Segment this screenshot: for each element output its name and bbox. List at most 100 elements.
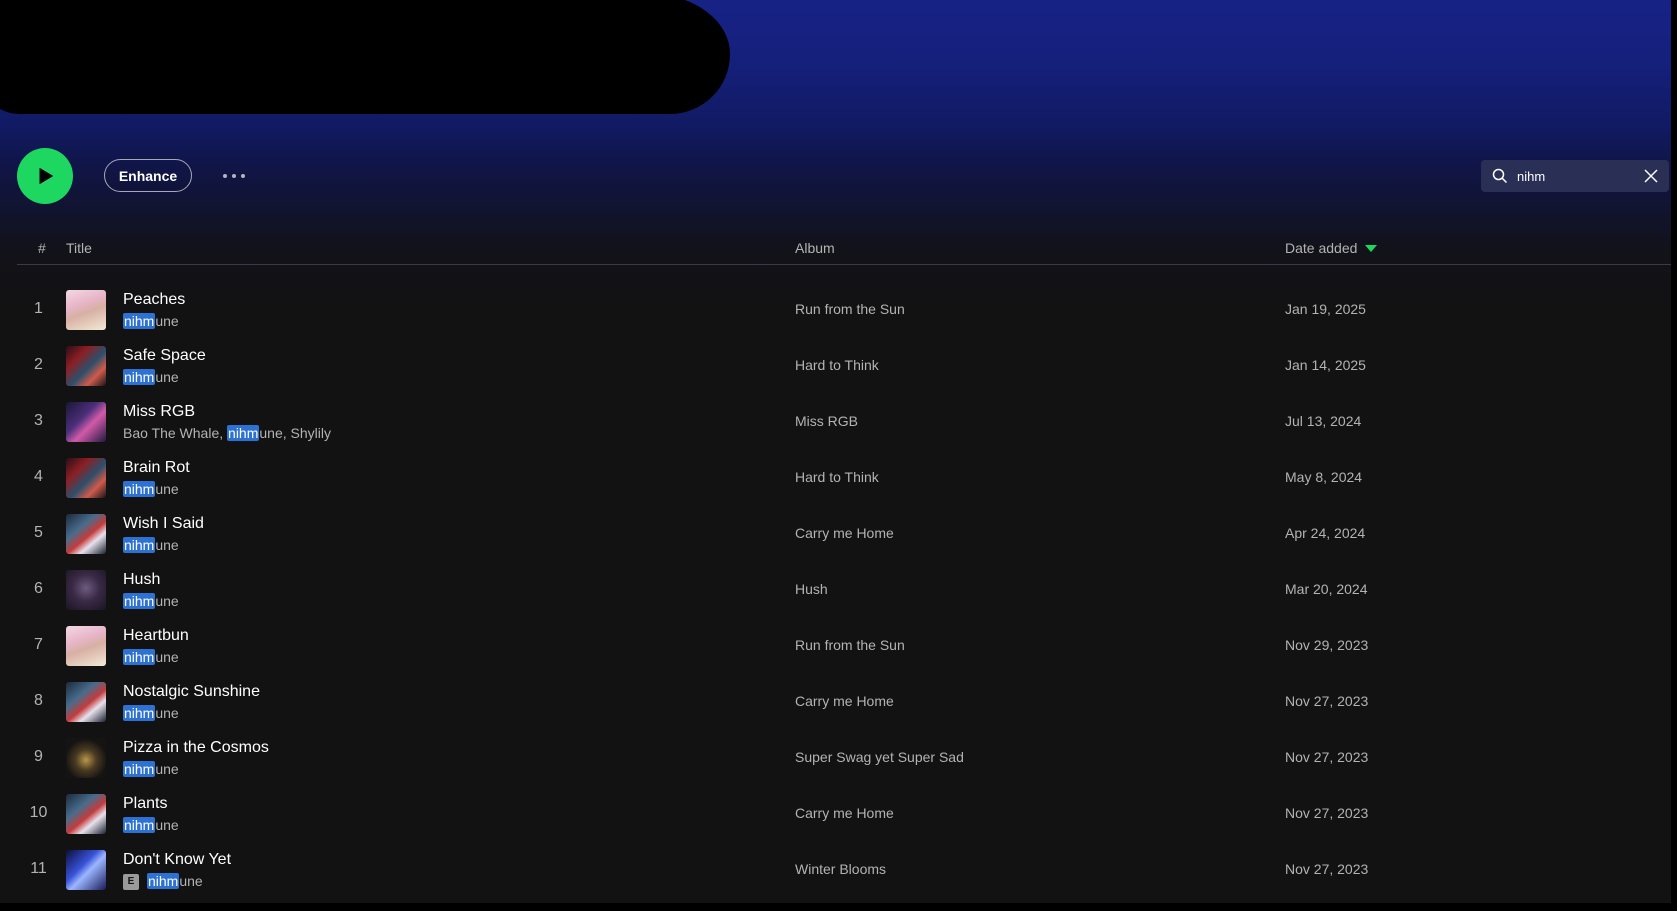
track-date-added: Nov 27, 2023: [1285, 749, 1369, 765]
track-row[interactable]: 7 Heartbun nihmune Run from the Sun Nov …: [17, 618, 1677, 674]
track-title[interactable]: Brain Rot: [123, 459, 190, 477]
track-row[interactable]: 1 Peaches nihmune Run from the Sun Jan 1…: [17, 282, 1677, 338]
track-number: 7: [34, 636, 43, 653]
track-number: 9: [34, 748, 43, 765]
sort-descending-icon: [1365, 244, 1378, 252]
track-album[interactable]: Carry me Home: [795, 805, 894, 821]
album-art: [66, 402, 106, 442]
column-header-date-added[interactable]: Date added: [1285, 240, 1378, 256]
track-date-added: Nov 27, 2023: [1285, 805, 1369, 821]
track-artists[interactable]: nihmune: [123, 593, 179, 609]
album-art: [66, 682, 106, 722]
track-date-added: Apr 24, 2024: [1285, 525, 1366, 541]
track-artists[interactable]: nihmune: [123, 313, 179, 329]
more-options-button[interactable]: [216, 160, 252, 192]
playlist-search[interactable]: nihm: [1481, 160, 1669, 192]
track-album[interactable]: Hard to Think: [795, 469, 879, 485]
search-match-highlight: nihm: [227, 425, 260, 441]
play-button[interactable]: [17, 148, 73, 204]
album-art: [66, 850, 106, 890]
track-artists[interactable]: nihmune: [123, 761, 179, 777]
column-header-date-label: Date added: [1285, 240, 1358, 256]
tracklist: 1 Peaches nihmune Run from the Sun Jan 1…: [17, 282, 1677, 898]
track-artists[interactable]: nihmune: [123, 481, 179, 497]
album-art: [66, 570, 106, 610]
track-artists[interactable]: nihmune: [123, 537, 179, 553]
column-header-album[interactable]: Album: [795, 240, 835, 256]
column-header-number: #: [38, 240, 46, 256]
track-title[interactable]: Hush: [123, 571, 160, 589]
search-match-highlight: nihm: [123, 593, 156, 609]
track-artists[interactable]: Bao The Whale, nihmune, Shylily: [123, 425, 331, 441]
track-title[interactable]: Pizza in the Cosmos: [123, 739, 269, 757]
track-artists[interactable]: nihmune: [123, 369, 179, 385]
track-title[interactable]: Wish I Said: [123, 515, 204, 533]
track-album[interactable]: Carry me Home: [795, 525, 894, 541]
track-artists[interactable]: nihmune: [123, 649, 179, 665]
track-number: 8: [34, 692, 43, 709]
track-title[interactable]: Don't Know Yet: [123, 851, 231, 869]
track-number: 5: [34, 524, 43, 541]
track-date-added: Nov 27, 2023: [1285, 861, 1369, 877]
track-date-added: Jan 14, 2025: [1285, 357, 1366, 373]
column-header-title[interactable]: Title: [66, 240, 92, 256]
track-title[interactable]: Peaches: [123, 291, 185, 309]
album-art: [66, 290, 106, 330]
track-row[interactable]: 8 Nostalgic Sunshine nihmune Carry me Ho…: [17, 674, 1677, 730]
search-input[interactable]: nihm: [1517, 169, 1639, 184]
track-title[interactable]: Heartbun: [123, 627, 189, 645]
search-match-highlight: nihm: [147, 873, 180, 889]
track-title[interactable]: Miss RGB: [123, 403, 195, 421]
search-match-highlight: nihm: [123, 481, 156, 497]
track-album[interactable]: Super Swag yet Super Sad: [795, 749, 964, 765]
track-number: 3: [34, 412, 43, 429]
search-match-highlight: nihm: [123, 649, 156, 665]
explicit-badge: E: [123, 874, 139, 891]
search-match-highlight: nihm: [123, 705, 156, 721]
track-row[interactable]: 2 Safe Space nihmune Hard to Think Jan 1…: [17, 338, 1677, 394]
search-match-highlight: nihm: [123, 761, 156, 777]
close-icon[interactable]: [1639, 164, 1663, 188]
track-row[interactable]: 3 Miss RGB Bao The Whale, nihmune, Shyli…: [17, 394, 1677, 450]
track-album[interactable]: Run from the Sun: [795, 637, 905, 653]
track-artists[interactable]: Enihmune: [123, 873, 203, 891]
track-row[interactable]: 4 Brain Rot nihmune Hard to Think May 8,…: [17, 450, 1677, 506]
track-date-added: Mar 20, 2024: [1285, 581, 1368, 597]
search-icon: [1489, 165, 1511, 187]
track-number: 4: [34, 468, 43, 485]
track-row[interactable]: 10 Plants nihmune Carry me Home Nov 27, …: [17, 786, 1677, 842]
album-art: [66, 514, 106, 554]
track-album[interactable]: Run from the Sun: [795, 301, 905, 317]
track-date-added: Jan 19, 2025: [1285, 301, 1366, 317]
track-row[interactable]: 5 Wish I Said nihmune Carry me Home Apr …: [17, 506, 1677, 562]
track-artists[interactable]: nihmune: [123, 705, 179, 721]
track-date-added: May 8, 2024: [1285, 469, 1363, 485]
track-title[interactable]: Safe Space: [123, 347, 206, 365]
track-row[interactable]: 11 Don't Know Yet Enihmune Winter Blooms…: [17, 842, 1677, 898]
album-art: [66, 794, 106, 834]
enhance-button[interactable]: Enhance: [104, 159, 192, 192]
track-artists[interactable]: nihmune: [123, 817, 179, 833]
play-icon: [39, 167, 54, 185]
track-album[interactable]: Hush: [795, 581, 828, 597]
search-match-highlight: nihm: [123, 313, 156, 329]
track-album[interactable]: Carry me Home: [795, 693, 894, 709]
track-title[interactable]: Nostalgic Sunshine: [123, 683, 260, 701]
search-match-highlight: nihm: [123, 817, 156, 833]
track-album[interactable]: Hard to Think: [795, 357, 879, 373]
redacted-banner: [0, 0, 730, 114]
search-match-highlight: nihm: [123, 369, 156, 385]
album-art: [66, 458, 106, 498]
album-art: [66, 346, 106, 386]
track-title[interactable]: Plants: [123, 795, 167, 813]
track-number: 1: [34, 300, 43, 317]
track-number: 11: [30, 860, 47, 877]
track-row[interactable]: 9 Pizza in the Cosmos nihmune Super Swag…: [17, 730, 1677, 786]
tracklist-header: # Title Album Date added: [17, 232, 1677, 265]
track-album[interactable]: Miss RGB: [795, 413, 858, 429]
more-options-icon: [223, 174, 227, 178]
playlist-page: Enhance nihm # Title Album Date added 1 …: [0, 0, 1677, 911]
track-number: 10: [29, 804, 48, 821]
track-row[interactable]: 6 Hush nihmune Hush Mar 20, 2024: [17, 562, 1677, 618]
track-album[interactable]: Winter Blooms: [795, 861, 886, 877]
